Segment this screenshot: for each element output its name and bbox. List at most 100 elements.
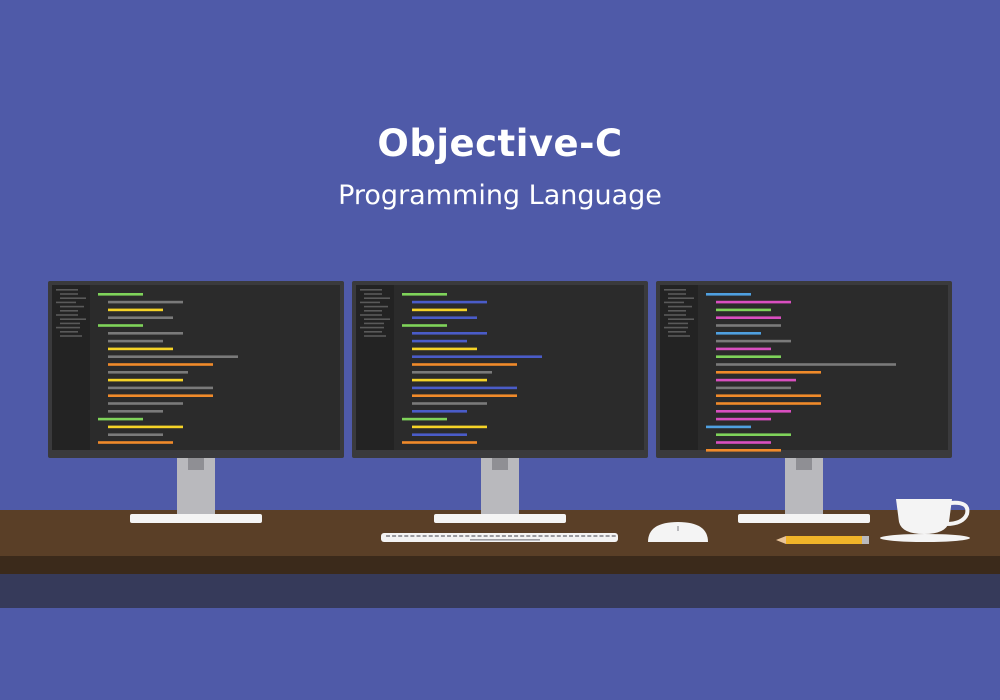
code-line: [716, 363, 896, 366]
code-line: [412, 433, 467, 436]
keyboard-key: [453, 535, 458, 537]
sidebar-file-line: [664, 326, 688, 329]
keyboard-key: [404, 535, 409, 537]
sidebar-file-line: [56, 301, 76, 304]
sidebar-file-line: [668, 297, 694, 299]
editor-sidebar: [356, 285, 394, 450]
code-line: [98, 324, 143, 327]
keyboard-body: [381, 533, 618, 542]
code-line: [716, 441, 771, 444]
code-line: [108, 371, 188, 374]
code-line: [412, 332, 487, 335]
pencil-shaft: [786, 536, 862, 544]
code-line: [412, 386, 517, 390]
floor-band: [0, 573, 1000, 608]
keyboard-key: [386, 535, 390, 537]
sidebar-file-line: [60, 322, 80, 325]
sidebar-file-line: [60, 318, 86, 320]
code-line: [108, 308, 163, 312]
monitor-screen: [356, 285, 644, 450]
code-line: [412, 410, 467, 413]
sidebar-file-line: [60, 293, 78, 295]
sidebar-file-line: [668, 293, 686, 295]
sidebar-file-line: [668, 310, 686, 312]
monitor-base: [130, 514, 262, 523]
code-line: [716, 332, 761, 335]
sidebar-file-line: [360, 326, 384, 329]
keyboard-key: [556, 535, 561, 537]
code-line: [108, 339, 163, 343]
keyboard-key: [514, 535, 519, 537]
keyboard-key: [562, 535, 567, 537]
keyboard-key: [611, 535, 616, 537]
sidebar-file-line: [364, 297, 390, 299]
keyboard-key: [532, 535, 537, 537]
keyboard-key: [483, 535, 488, 537]
code-line: [716, 433, 791, 436]
sidebar-file-line: [364, 310, 382, 312]
sidebar-file-line: [664, 314, 686, 316]
keyboard-key: [447, 535, 451, 537]
keyboard-key: [428, 535, 433, 537]
keyboard-key: [538, 535, 543, 537]
keyboard-spacebar: [470, 539, 540, 541]
code-line: [716, 347, 771, 351]
sidebar-file-line: [364, 335, 386, 337]
code-line: [402, 417, 447, 421]
code-line: [412, 355, 542, 358]
sidebar-file-line: [364, 322, 384, 325]
keyboard-key: [465, 535, 470, 537]
monitor-base: [738, 514, 870, 523]
code-line: [716, 394, 821, 397]
code-line: [108, 300, 183, 304]
sidebar-file-line: [360, 314, 382, 316]
code-line: [412, 300, 487, 304]
monitor-base: [434, 514, 566, 523]
sidebar-file-line: [360, 289, 382, 291]
keyboard-key: [416, 535, 421, 537]
keyboard-key: [544, 535, 549, 537]
code-line: [108, 378, 183, 382]
code-line: [402, 441, 477, 444]
sidebar-file-line: [60, 331, 78, 333]
code-line: [108, 363, 213, 366]
monitor-stand-neck: [188, 456, 204, 470]
sidebar-file-line: [364, 305, 388, 308]
code-line: [716, 316, 781, 319]
code-line: [716, 417, 771, 421]
code-line: [402, 324, 447, 327]
keyboard-key: [569, 535, 573, 537]
page-title: Objective-C: [377, 122, 623, 165]
code-line: [108, 410, 163, 413]
sidebar-file-line: [664, 289, 686, 291]
sidebar-file-line: [364, 331, 382, 333]
code-line: [412, 363, 517, 366]
code-line: [716, 324, 781, 327]
code-line: [98, 417, 143, 421]
keyboard-key: [398, 535, 403, 537]
monitor-screen: [660, 285, 948, 450]
keyboard-key: [501, 535, 506, 537]
saucer: [880, 534, 970, 542]
desk-edge: [0, 556, 1000, 574]
code-line: [108, 425, 183, 429]
sidebar-file-line: [668, 318, 694, 320]
sidebar-file-line: [60, 297, 86, 299]
monitor-stand-neck: [492, 456, 508, 470]
code-line: [716, 410, 791, 413]
editor-sidebar: [52, 285, 90, 450]
code-line: [716, 300, 791, 304]
code-line: [108, 332, 183, 335]
code-line: [412, 316, 477, 319]
keyboard-icon: [381, 533, 618, 542]
keyboard-key: [593, 535, 598, 537]
keyboard-key: [526, 535, 531, 537]
code-line: [706, 293, 751, 296]
code-line: [706, 425, 751, 429]
keyboard-key: [422, 535, 427, 537]
sidebar-file-line: [668, 322, 688, 325]
code-line: [98, 293, 143, 296]
keyboard-key: [471, 535, 476, 537]
keyboard-key: [550, 535, 555, 537]
sidebar-file-line: [56, 326, 80, 329]
